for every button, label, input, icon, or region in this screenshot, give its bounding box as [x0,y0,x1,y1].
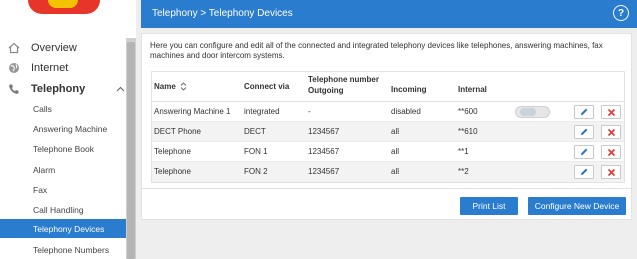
close-icon [607,148,615,156]
column-internal: Internal [458,85,487,94]
cell-connect: DECT [244,127,266,136]
intro-text: Here you can configure and edit all of t… [150,41,603,60]
cell-internal: **610 [458,127,478,136]
edit-button[interactable] [574,165,594,179]
column-incoming: Incoming [391,85,427,94]
cell-name: Telephone [154,147,191,156]
sidebar-item-label: Telephony Devices [33,223,105,234]
sidebar-item-alarm[interactable]: Alarm [0,160,126,179]
column-outgoing: Outgoing [308,86,344,95]
cell-outgoing: 1234567 [308,127,340,136]
delete-button[interactable] [601,105,621,119]
devices-table: Name Connect via Telephone number Outgoi… [151,71,625,183]
sidebar-item-label: Telephony [31,83,86,95]
content-panel: Here you can configure and edit all of t… [141,33,632,220]
cell-connect: FON 1 [244,147,268,156]
scrollbar-thumb[interactable] [127,42,135,259]
breadcrumb: Telephony > Telephony Devices [152,8,293,19]
delete-button[interactable] [601,125,621,139]
chevron-up-icon [116,84,125,94]
edit-button[interactable] [574,125,594,139]
sidebar-item-answering-machine[interactable]: Answering Machine [0,119,126,138]
table-header: Name Connect via Telephone number Outgoi… [152,72,624,102]
sidebar-item-label: Alarm [33,164,56,175]
table-row: Answering Machine 1 integrated - disable… [152,102,624,122]
pencil-icon [581,148,588,155]
sidebar-item-fax[interactable]: Fax [0,180,126,199]
sidebar-item-telephony[interactable]: Telephony [7,80,125,98]
pencil-icon [581,108,588,115]
cell-internal: **1 [458,147,469,156]
cell-internal: **600 [458,107,478,116]
table-row: Telephone FON 2 1234567 all **2 [152,162,624,182]
cell-name: Answering Machine 1 [154,107,231,116]
column-name-label: Name [154,82,176,91]
cell-incoming: all [391,127,400,136]
close-icon [607,108,615,116]
phone-icon [7,82,21,96]
table-row: DECT Phone DECT 1234567 all **610 [152,122,624,142]
sidebar-item-label: Internet [31,62,69,74]
logo [28,0,100,14]
close-icon [607,168,615,176]
table-row: Telephone FON 1 1234567 all **1 [152,142,624,162]
cell-incoming: all [391,167,400,176]
sidebar-item-overview[interactable]: Overview [7,39,77,57]
sidebar-item-label: Telephone Book [33,143,94,154]
edit-button[interactable] [574,145,594,159]
toggle-knob [520,108,536,116]
sidebar-item-label: Overview [31,42,77,54]
pencil-icon [581,128,588,135]
configure-new-device-button[interactable]: Configure New Device [528,197,626,215]
sidebar-scrollbar[interactable] [126,38,136,259]
cell-outgoing: 1234567 [308,167,340,176]
sidebar: Overview Internet Telephony Calls Answer… [0,0,136,259]
sidebar-item-telephone-numbers[interactable]: Telephone Numbers [0,240,126,259]
home-icon [7,41,21,55]
edit-button[interactable] [574,105,594,119]
column-name[interactable]: Name [154,82,187,92]
print-list-button[interactable]: Print List [460,197,518,215]
cell-name: DECT Phone [154,127,201,136]
cell-connect: integrated [244,107,280,116]
sidebar-item-label: Answering Machine [33,123,108,134]
cell-outgoing: 1234567 [308,147,340,156]
divider [142,188,631,189]
app-root: Overview Internet Telephony Calls Answer… [0,0,637,259]
cell-incoming: all [391,147,400,156]
sidebar-item-label: Telephone Numbers [33,244,110,255]
sidebar-item-telephone-book[interactable]: Telephone Book [0,139,126,158]
enable-toggle[interactable] [515,106,550,118]
close-icon [607,128,615,136]
sidebar-item-calls[interactable]: Calls [0,99,126,118]
sidebar-item-telephony-devices[interactable]: Telephony Devices [0,219,126,238]
page-header: Telephony > Telephony Devices ? [141,0,637,28]
help-icon[interactable]: ? [613,5,629,21]
sort-icon[interactable] [180,82,187,92]
column-number-top: Telephone number [308,75,379,84]
cell-internal: **2 [458,167,469,176]
delete-button[interactable] [601,165,621,179]
cell-incoming: disabled [391,107,421,116]
cell-outgoing: - [308,107,311,116]
column-connect: Connect via [244,82,290,91]
cell-connect: FON 2 [244,167,268,176]
sidebar-item-label: Calls [33,103,52,114]
cell-name: Telephone [154,167,191,176]
sidebar-item-call-handling[interactable]: Call Handling [0,200,126,219]
globe-icon [7,61,21,75]
sidebar-item-label: Call Handling [33,204,84,215]
delete-button[interactable] [601,145,621,159]
sidebar-item-label: Fax [33,184,48,195]
pencil-icon [581,168,588,175]
sidebar-item-internet[interactable]: Internet [7,59,68,77]
